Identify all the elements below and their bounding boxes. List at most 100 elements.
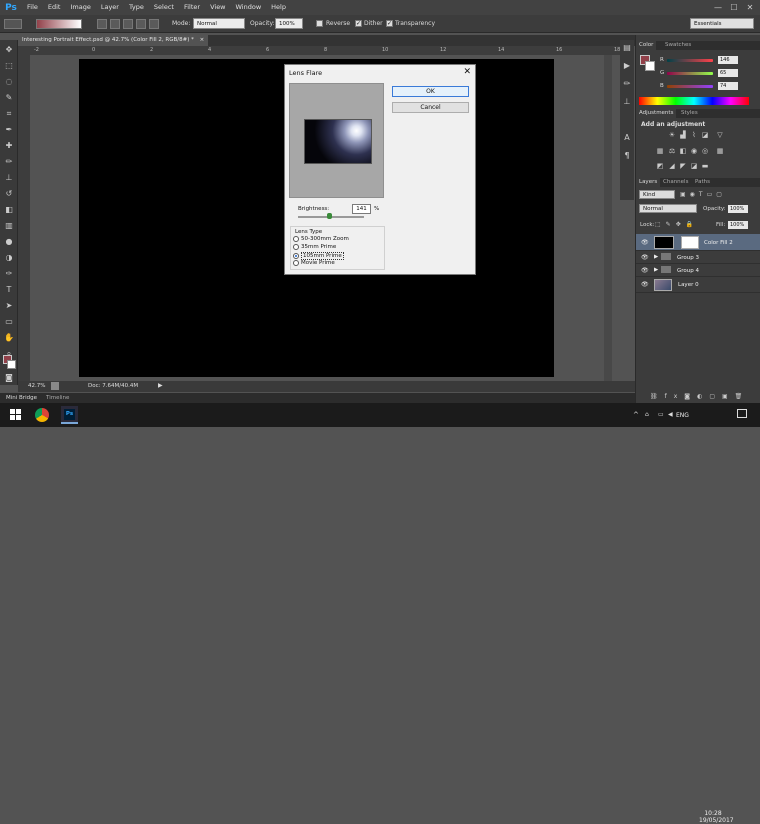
quick-select-tool-icon[interactable]: ✎ — [3, 92, 15, 104]
menu-layer[interactable]: Layer — [96, 0, 124, 15]
tool-preset-picker[interactable] — [4, 19, 22, 29]
tab-adjustments[interactable]: Adjustments — [636, 109, 677, 118]
windows-start-icon[interactable] — [10, 409, 21, 420]
radio-button[interactable] — [293, 260, 299, 266]
lens-option-movie[interactable]: Movie Prime — [293, 260, 335, 266]
document-tab[interactable]: Interesting Portrait Effect.psd @ 42.7% … — [18, 35, 209, 46]
volume-icon[interactable]: ◀ — [668, 411, 673, 418]
dither-checkbox[interactable]: ✓ — [355, 20, 362, 27]
clone-source-panel-icon[interactable]: ⊥ — [621, 96, 633, 108]
healing-brush-tool-icon[interactable]: ✚ — [3, 140, 15, 152]
channel-g-value[interactable]: 65 — [718, 69, 738, 77]
dialog-close-icon[interactable]: ✕ — [463, 67, 471, 77]
lasso-tool-icon[interactable]: ◌ — [3, 76, 15, 88]
exposure-icon[interactable]: ◪ — [701, 132, 709, 139]
path-select-tool-icon[interactable]: ➤ — [3, 300, 15, 312]
curves-icon[interactable]: ⌇ — [690, 132, 698, 139]
type-tool-icon[interactable]: T — [3, 284, 15, 296]
tab-color[interactable]: Color — [636, 41, 657, 50]
menu-file[interactable]: File — [22, 0, 43, 15]
angle-gradient-button[interactable] — [123, 19, 133, 29]
zoom-level[interactable]: 42.7% — [28, 383, 45, 389]
dodge-tool-icon[interactable]: ◑ — [3, 252, 15, 264]
gradient-tool-icon[interactable]: ▥ — [3, 220, 15, 232]
tab-timeline[interactable]: Timeline — [46, 395, 69, 401]
history-panel-icon[interactable]: ▤ — [621, 42, 633, 54]
vertical-scrollbar[interactable] — [604, 55, 612, 381]
layer-row-layer-0[interactable]: 👁 Layer 0 — [636, 277, 760, 293]
color-balance-icon[interactable]: ⚖ — [668, 148, 676, 155]
tab-channels[interactable]: Channels — [660, 178, 691, 187]
opacity-input[interactable]: 100% — [275, 18, 303, 29]
channel-b-value[interactable]: 74 — [718, 82, 738, 90]
layer-filter-icons[interactable]: ▣◉T▭▢ — [680, 191, 750, 199]
layer-filter-kind[interactable]: Kind — [639, 190, 675, 199]
close-window-button[interactable]: ✕ — [742, 0, 758, 15]
radial-gradient-button[interactable] — [110, 19, 120, 29]
tray-arrow-icon[interactable]: ^ — [633, 411, 639, 419]
diamond-gradient-button[interactable] — [149, 19, 159, 29]
tab-styles[interactable]: Styles — [678, 109, 701, 118]
menu-filter[interactable]: Filter — [179, 0, 205, 15]
menu-select[interactable]: Select — [149, 0, 179, 15]
gradient-picker[interactable] — [36, 19, 82, 29]
tab-paths[interactable]: Paths — [692, 178, 713, 187]
radio-button[interactable] — [293, 253, 299, 259]
brush-tool-icon[interactable]: ✏ — [3, 156, 15, 168]
vibrance-icon[interactable]: ▽ — [716, 132, 724, 139]
eraser-tool-icon[interactable]: ◧ — [3, 204, 15, 216]
lock-icons[interactable]: ⬚✎✥🔒 — [655, 221, 698, 228]
photo-filter-icon[interactable]: ◉ — [690, 148, 698, 155]
gradient-map-icon[interactable]: ▬ — [701, 163, 709, 170]
clone-stamp-tool-icon[interactable]: ⊥ — [3, 172, 15, 184]
brightness-slider-thumb[interactable] — [327, 213, 333, 219]
brightness-contrast-icon[interactable]: ☀ — [668, 132, 676, 139]
status-arrow-icon[interactable]: ▶ — [158, 382, 163, 389]
quick-mask-icon[interactable]: ◙ — [3, 372, 15, 384]
paragraph-panel-icon[interactable]: ¶ — [621, 150, 633, 162]
actions-panel-icon[interactable]: ▶ — [621, 60, 633, 72]
crop-tool-icon[interactable]: ⌗ — [3, 108, 15, 120]
posterize-icon[interactable]: ◢ — [668, 163, 676, 170]
fill-value[interactable]: 100% — [728, 221, 748, 229]
channel-b-slider[interactable] — [667, 85, 713, 88]
menu-help[interactable]: Help — [266, 0, 291, 15]
radio-button[interactable] — [293, 236, 299, 242]
flare-preview-image[interactable] — [304, 119, 372, 164]
hue-saturation-icon[interactable]: ▦ — [656, 148, 664, 155]
shape-tool-icon[interactable]: ▭ — [3, 316, 15, 328]
expand-arrow-icon[interactable]: ▶ — [654, 267, 658, 273]
pen-tool-icon[interactable]: ✑ — [3, 268, 15, 280]
brush-panel-icon[interactable]: ✏ — [621, 78, 633, 90]
visibility-eye-icon[interactable]: 👁 — [641, 281, 649, 288]
character-panel-icon[interactable]: A — [621, 132, 633, 144]
marquee-tool-icon[interactable]: ⬚ — [3, 60, 15, 72]
color-lookup-icon[interactable]: ▦ — [716, 148, 724, 155]
minimize-button[interactable]: — — [710, 0, 726, 15]
language-indicator[interactable]: ENG — [676, 412, 689, 419]
layer-panel-footer-icons[interactable]: ⛓fx◙◐▢▣🗑 — [650, 393, 754, 401]
levels-icon[interactable]: ▟ — [679, 132, 687, 139]
background-color-swatch[interactable] — [7, 360, 16, 369]
tab-layers[interactable]: Layers — [636, 178, 661, 187]
layer-row-color-fill-2[interactable]: 👁 Color Fill 2 — [636, 234, 760, 251]
brightness-input[interactable]: 141 — [352, 204, 371, 214]
history-brush-tool-icon[interactable]: ↺ — [3, 188, 15, 200]
lens-option-35mm[interactable]: 35mm Prime — [293, 244, 336, 250]
layer-row-group-3[interactable]: 👁 ▶ Group 3 — [636, 251, 760, 264]
chrome-icon[interactable] — [35, 408, 49, 422]
transparency-checkbox[interactable]: ✓ — [386, 20, 393, 27]
visibility-eye-icon[interactable]: 👁 — [641, 267, 649, 274]
channel-mixer-icon[interactable]: ◎ — [701, 148, 709, 155]
cancel-button[interactable]: Cancel — [392, 102, 469, 113]
visibility-eye-icon[interactable]: 👁 — [641, 254, 649, 261]
invert-icon[interactable]: ◩ — [656, 163, 664, 170]
status-menu-icon[interactable] — [51, 382, 59, 390]
threshold-icon[interactable]: ◤ — [679, 163, 687, 170]
notifications-icon[interactable] — [737, 409, 747, 418]
menu-view[interactable]: View — [205, 0, 230, 15]
expand-arrow-icon[interactable]: ▶ — [654, 254, 658, 260]
reflected-gradient-button[interactable] — [136, 19, 146, 29]
linear-gradient-button[interactable] — [97, 19, 107, 29]
battery-icon[interactable]: ▭ — [658, 411, 664, 418]
